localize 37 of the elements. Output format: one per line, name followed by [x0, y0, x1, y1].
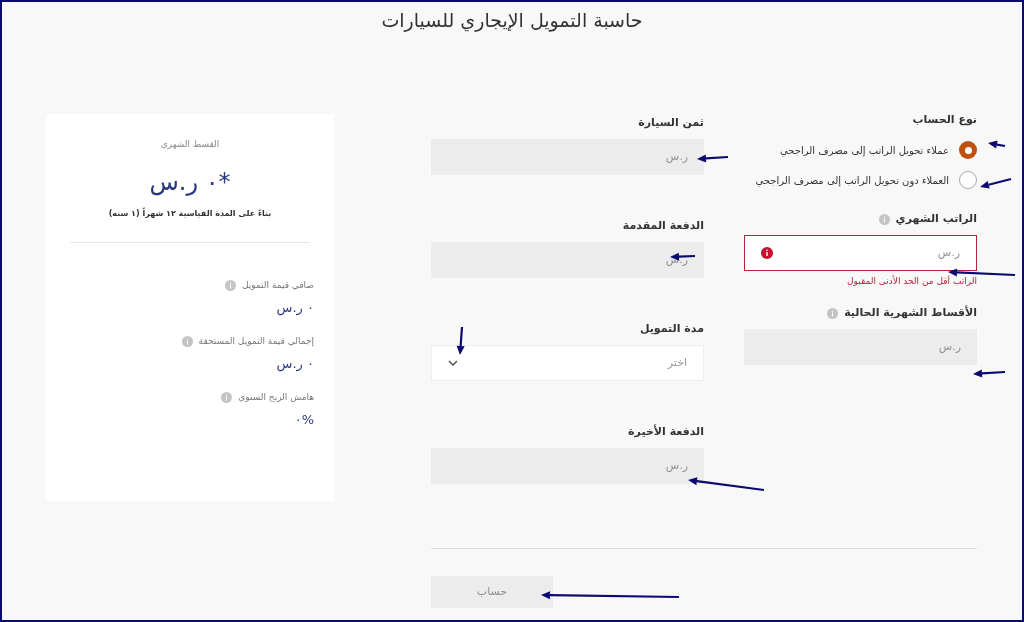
dropdown-field[interactable]: اختر — [431, 345, 704, 381]
annotation-arrow — [988, 140, 1006, 149]
summary-item-label: هامش الربح السنوي — [238, 390, 314, 404]
summary-note: بناءً على المدة القياسية ١٢ شهراً (١ سنه) — [108, 207, 272, 220]
summary-item-value: ٠ ر.س — [276, 299, 314, 318]
info-icon[interactable] — [878, 213, 890, 225]
summary-item-value: %٠ — [294, 411, 314, 429]
field-label: نوع الحساب — [911, 112, 977, 128]
input-field[interactable]: ر.س — [744, 235, 977, 271]
info-icon[interactable] — [224, 279, 236, 291]
field-label: مدة التمويل — [639, 320, 704, 337]
error-icon — [761, 247, 773, 259]
field-label: الأقساط الشهرية الحالية — [844, 304, 977, 321]
annotation-arrow — [973, 369, 1006, 378]
chevron-down-icon — [448, 360, 458, 366]
info-icon[interactable] — [221, 391, 233, 403]
info-icon[interactable] — [181, 335, 193, 347]
summary-label: القسط الشهري — [160, 138, 220, 151]
page-title: حاسبة التمويل الإيجاري للسيارات — [381, 8, 643, 34]
summary-item-label: إجمالي قيمة التمويل المستحقة — [198, 334, 314, 348]
field-label: ثمن السيارة — [638, 114, 704, 131]
annotation-arrow — [948, 268, 1016, 277]
radio-button[interactable] — [959, 141, 977, 159]
annotation-arrow — [670, 252, 696, 261]
error-message: الراتب أقل من الحد الأدنى المقبول — [846, 275, 977, 288]
radio-label: عملاء تحويل الراتب إلى مصرف الراجحي — [780, 143, 949, 158]
annotation-arrow — [697, 154, 729, 163]
annotation-arrow — [980, 177, 1012, 189]
summary-item-value: ٠ ر.س — [276, 355, 314, 374]
radio-button[interactable] — [959, 171, 977, 189]
annotation-arrow — [456, 326, 465, 355]
field-label: الدفعة المقدمة — [622, 217, 704, 234]
field-label: الراتب الشهري — [895, 210, 977, 227]
radio-label: العملاء دون تحويل الراتب إلى مصرف الراجحي — [755, 173, 949, 188]
monthly-amount: *٠ ر.س — [149, 166, 231, 198]
summary-item-label: صافي قيمة التمويل — [241, 278, 314, 292]
field-label: الدفعة الأخيرة — [628, 423, 704, 440]
